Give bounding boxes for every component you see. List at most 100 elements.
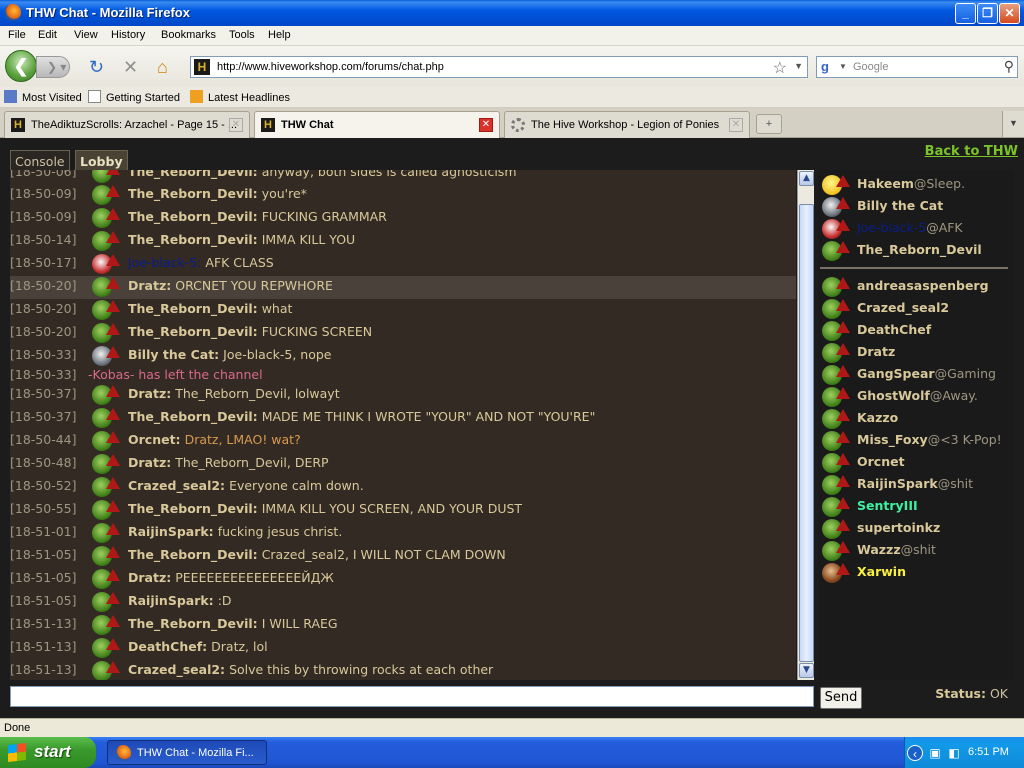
search-icon[interactable]: ⚲ [1004, 58, 1014, 75]
tab-adiktuz-scrolls[interactable]: H TheAdiktuzScrolls: Arzachel - Page 15 … [4, 111, 250, 138]
avatar[interactable] [90, 523, 124, 543]
close-button[interactable]: ✕ [999, 3, 1020, 24]
message-author[interactable]: The_Reborn_Devil: what [128, 301, 292, 316]
search-box[interactable]: g ▼ Google ⚲ [816, 56, 1018, 78]
user-name[interactable]: RaijinSpark@shit [857, 476, 973, 491]
author-name[interactable]: Orcnet: [128, 432, 181, 447]
avatar[interactable] [90, 254, 124, 274]
author-name[interactable]: Dratz: [128, 386, 171, 401]
author-name[interactable]: Joe-black-5: [128, 255, 201, 270]
avatar[interactable] [90, 208, 124, 228]
menu-tools[interactable]: Tools [229, 29, 255, 41]
avatar[interactable] [90, 231, 124, 251]
message-author[interactable]: DeathChef: Dratz, lol [128, 639, 268, 654]
message-author[interactable]: Dratz: ORCNET YOU REPWHORE [128, 278, 333, 293]
back-to-thw-link[interactable]: Back to THW [925, 144, 1018, 159]
author-name[interactable]: The_Reborn_Devil: [128, 324, 258, 339]
tab-close-icon[interactable]: ✕ [479, 118, 493, 132]
avatar[interactable] [90, 569, 124, 589]
stop-icon[interactable]: ✕ [123, 58, 138, 76]
message-author[interactable]: Orcnet: Dratz, LMAO! wat? [128, 432, 301, 447]
tab-legion-of-ponies[interactable]: The Hive Workshop - Legion of Ponies ✕ [504, 111, 750, 138]
avatar[interactable] [90, 431, 124, 451]
message-author[interactable]: The_Reborn_Devil: anyway, both sides is c… [128, 170, 517, 179]
user-list-item[interactable]: SentryIII [818, 496, 1014, 518]
user-name[interactable]: supertoinkz [857, 520, 940, 535]
tab-lobby[interactable]: Lobby [75, 150, 128, 172]
avatar[interactable] [90, 385, 124, 405]
user-list-item[interactable]: Kazzo [818, 408, 1014, 430]
author-name[interactable]: The_Reborn_Devil: [128, 232, 258, 247]
user-name[interactable]: Orcnet [857, 454, 905, 469]
message-author[interactable]: Joe-black-5: AFK CLASS [128, 255, 274, 270]
google-engine-icon[interactable]: g [821, 59, 829, 74]
bookmark-latest-headlines[interactable]: Latest Headlines [190, 90, 290, 104]
tab-thw-chat[interactable]: H THW Chat ✕ [254, 111, 500, 139]
user-name[interactable]: SentryIII [857, 498, 918, 513]
avatar[interactable] [90, 638, 124, 658]
chat-scrollbar[interactable]: ▲ ▼ [797, 170, 814, 680]
message-author[interactable]: The_Reborn_Devil: MADE ME THINK I WROTE "… [128, 409, 595, 424]
bookmark-most-visited[interactable]: Most Visited [4, 90, 82, 104]
user-list-item[interactable]: Joe-black-5@AFK [818, 218, 1014, 240]
author-name[interactable]: The_Reborn_Devil: [128, 547, 258, 562]
user-list-item[interactable]: DeathChef [818, 320, 1014, 342]
address-bar[interactable]: H http://www.hiveworkshop.com/forums/cha… [190, 56, 808, 78]
user-list-item[interactable]: Crazed_seal2 [818, 298, 1014, 320]
author-name[interactable]: Billy the Cat: [128, 347, 219, 362]
menu-help[interactable]: Help [268, 29, 291, 41]
user-name[interactable]: Miss_Foxy@<3 K-Pop! [857, 432, 1002, 447]
minimize-button[interactable]: _ [955, 3, 976, 24]
avatar[interactable] [90, 454, 124, 474]
author-name[interactable]: RaijinSpark: [128, 524, 214, 539]
user-list-item[interactable]: andreasaspenberg [818, 276, 1014, 298]
user-list-item[interactable]: Orcnet [818, 452, 1014, 474]
message-author[interactable]: The_Reborn_Devil: I WILL RAEG [128, 616, 338, 631]
author-name[interactable]: The_Reborn_Devil: [128, 409, 258, 424]
avatar[interactable] [90, 408, 124, 428]
avatar[interactable] [90, 277, 124, 297]
avatar[interactable] [90, 661, 124, 680]
user-name[interactable]: Billy the Cat [857, 198, 943, 213]
user-list-item[interactable]: GangSpear@Gaming [818, 364, 1014, 386]
avatar[interactable] [90, 300, 124, 320]
user-list-item[interactable]: RaijinSpark@shit [818, 474, 1014, 496]
engine-dropdown-icon[interactable]: ▼ [839, 62, 847, 71]
message-author[interactable]: RaijinSpark: fucking jesus christ. [128, 524, 342, 539]
user-name[interactable]: The_Reborn_Devil [857, 242, 982, 257]
tab-close-icon[interactable]: ✕ [729, 118, 743, 132]
window-title-bar[interactable]: THW Chat - Mozilla Firefox _ ❐ ✕ [0, 0, 1024, 26]
menu-bookmarks[interactable]: Bookmarks [161, 29, 216, 41]
tab-close-icon[interactable]: ✕ [229, 118, 243, 132]
message-author[interactable]: The_Reborn_Devil: FUCKING SCREEN [128, 324, 372, 339]
scrollbar-thumb[interactable] [799, 204, 814, 662]
user-name[interactable]: andreasaspenberg [857, 278, 989, 293]
maximize-button[interactable]: ❐ [977, 3, 998, 24]
author-name[interactable]: The_Reborn_Devil: [128, 501, 258, 516]
user-list-item[interactable]: Xarwin [818, 562, 1014, 584]
user-list-item[interactable]: Billy the Cat [818, 196, 1014, 218]
user-name[interactable]: GhostWolf@Away. [857, 388, 978, 403]
taskbar-firefox-window[interactable]: THW Chat - Mozilla Fi... [107, 740, 267, 765]
avatar[interactable] [90, 185, 124, 205]
menu-file[interactable]: File [8, 29, 26, 41]
user-name[interactable]: GangSpear@Gaming [857, 366, 996, 381]
avatar[interactable] [90, 170, 124, 183]
user-name[interactable]: Kazzo [857, 410, 898, 425]
user-list-item[interactable]: Miss_Foxy@<3 K-Pop! [818, 430, 1014, 452]
avatar[interactable] [90, 323, 124, 343]
user-name[interactable]: Joe-black-5@AFK [857, 220, 963, 235]
message-author[interactable]: Dratz: PEEEEEEEEEEEEEEEЙДЖ [128, 570, 334, 585]
bookmark-star-icon[interactable]: ☆ [773, 58, 787, 78]
author-name[interactable]: RaijinSpark: [128, 593, 214, 608]
address-dropdown-icon[interactable]: ▼ [794, 61, 803, 71]
tab-list-button[interactable]: ▼ [1002, 111, 1024, 137]
user-list-item[interactable]: Wazzz@shit [818, 540, 1014, 562]
user-list-item[interactable]: supertoinkz [818, 518, 1014, 540]
address-url[interactable]: http://www.hiveworkshop.com/forums/chat.… [217, 61, 444, 73]
avatar[interactable] [90, 477, 124, 497]
author-name[interactable]: Crazed_seal2: [128, 478, 225, 493]
user-name[interactable]: Xarwin [857, 564, 906, 579]
author-name[interactable]: Dratz: [128, 570, 171, 585]
network-icon[interactable]: ▣ [927, 745, 943, 761]
